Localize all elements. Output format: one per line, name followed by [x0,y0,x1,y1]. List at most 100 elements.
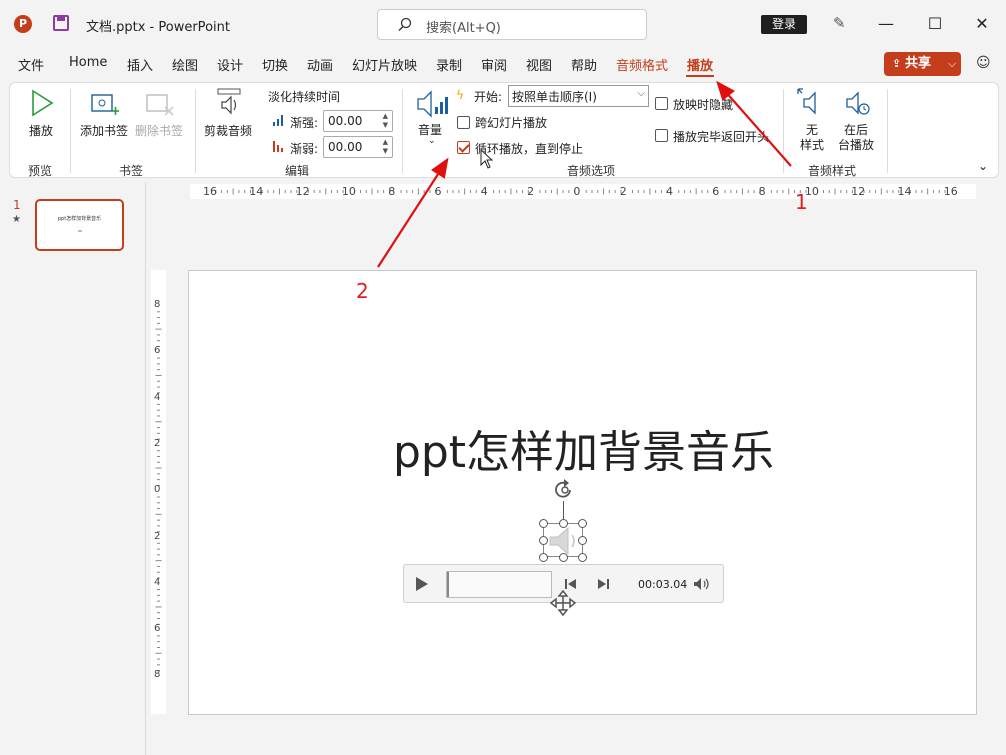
tab-playback[interactable]: 播放 [687,55,713,74]
tab-help[interactable]: 帮助 [571,55,597,74]
play-in-background-label-2[interactable]: 台播放 [838,136,874,153]
hide-during-show-label: 放映时隐藏 [673,98,734,112]
spin-up-icon[interactable]: ▲ [383,112,388,120]
player-play-icon[interactable] [414,576,430,592]
lightning-icon: ϟ [456,88,464,102]
resize-handle[interactable] [539,553,548,562]
progress-cursor [447,572,449,597]
slide-number: 1 [13,198,21,212]
ruler-label: 6 [154,345,161,357]
ruler-label: 6 [434,185,442,198]
tab-audio-format[interactable]: 音频格式 [616,55,668,74]
trim-audio-icon[interactable] [216,88,242,118]
slide-title[interactable]: ppt怎样加背景音乐 [189,416,978,480]
skip-back-icon[interactable] [564,578,578,590]
play-button[interactable]: 播放 [29,122,53,139]
designer-pen-icon[interactable]: ✎ [833,14,851,32]
play-icon[interactable] [30,89,54,117]
tab-slideshow[interactable]: 幻灯片放映 [352,55,417,74]
group-divider [195,89,196,173]
remove-bookmark-button: 删除书签 [135,124,184,138]
resize-handle[interactable] [559,519,568,528]
loop-checkbox[interactable] [457,141,470,154]
group-divider [887,89,888,173]
thumbnail-audio-icon [78,230,82,232]
fade-out-label: 渐弱: [290,142,319,156]
tab-draw[interactable]: 绘图 [172,55,198,74]
ruler-label: 10 [341,185,356,198]
rotate-handle-icon[interactable] [551,478,579,502]
ruler-label: 6 [712,185,720,198]
audio-object[interactable] [539,519,587,562]
slide-canvas[interactable]: ppt怎样加背景音乐 00:03.04 [188,270,977,715]
ruler-label: 0 [573,185,581,198]
tab-review[interactable]: 审阅 [481,55,507,74]
tab-design[interactable]: 设计 [217,55,243,74]
group-divider [70,89,71,173]
spin-down-icon[interactable]: ▼ [383,121,388,129]
window-title: 文档.pptx - PowerPoint [86,20,230,35]
ruler-label: 12 [851,185,866,198]
resize-handle[interactable] [559,553,568,562]
trim-audio-button[interactable]: 剪裁音频 [204,122,252,139]
tab-insert[interactable]: 插入 [127,55,153,74]
add-bookmark-icon[interactable] [90,90,120,118]
player-volume-icon[interactable] [693,577,711,591]
hide-during-show-checkbox[interactable] [655,97,668,110]
ruler-label: 8 [154,669,161,681]
start-value: 按照单击顺序(I) [512,90,597,104]
chevron-down-icon[interactable]: ⌄ [428,136,436,146]
tab-record[interactable]: 录制 [436,55,462,74]
resize-handle[interactable] [539,519,548,528]
search-box[interactable]: 搜索(Alt+Q) [377,9,647,40]
group-label-audio-options: 音频选项 [567,164,616,178]
collapse-ribbon-chevron-icon[interactable]: ⌄ [978,159,988,173]
tab-animations[interactable]: 动画 [307,55,333,74]
add-bookmark-button[interactable]: 添加书签 [80,122,128,139]
player-progress-bar[interactable] [446,571,552,598]
ruler-label: 2 [527,185,535,198]
resize-handle[interactable] [578,519,587,528]
chevron-down-icon: ⌵ [637,88,645,99]
resize-handle[interactable] [578,536,587,545]
no-style-label-2[interactable]: 样式 [800,136,824,153]
fade-in-value: 00.00 [328,114,363,128]
tab-file[interactable]: 文件 [18,55,44,74]
skip-forward-icon[interactable] [596,578,610,590]
save-icon[interactable] [53,15,69,31]
move-handle-icon[interactable] [550,590,576,616]
login-button[interactable]: 登录 [761,15,807,34]
resize-handle[interactable] [578,553,587,562]
slide-thumbnail[interactable]: ppt怎样加背景音乐 [35,199,124,251]
chevron-down-icon[interactable]: ⌵ [943,52,961,76]
ruler-label: 8 [758,185,766,198]
title-bar: P 文档.pptx - PowerPoint 搜索(Alt+Q) 登录 ✎ — … [0,0,1006,48]
spin-up-icon[interactable]: ▲ [383,138,388,146]
comment-icon[interactable]: ☺ [976,55,994,73]
tab-home[interactable]: Home [69,55,107,70]
fade-out-spinner[interactable]: 00.00 ▲ ▼ [323,136,393,158]
ruler-label: 14 [249,185,264,198]
fade-in-spinner[interactable]: 00.00 ▲ ▼ [323,110,393,132]
fade-duration-title: 淡化持续时间 [268,90,341,104]
resize-handle[interactable] [539,536,548,545]
ruler-label: 16 [943,185,958,198]
cross-slides-checkbox[interactable] [457,116,470,129]
play-in-background-icon[interactable] [843,87,871,117]
ribbon: 播放 预览 添加书签 删除书签 书签 剪裁音频 淡化持续时间 渐强: 00.00… [9,82,999,178]
tab-transitions[interactable]: 切换 [262,55,288,74]
pane-divider [145,182,146,755]
spin-down-icon[interactable]: ▼ [383,147,388,155]
group-label-bookmark: 书签 [119,164,144,178]
minimize-icon[interactable]: — [877,14,895,33]
volume-icon[interactable] [416,89,448,119]
start-dropdown[interactable]: 按照单击顺序(I) ⌵ [508,85,649,107]
group-label-preview: 预览 [28,164,53,178]
maximize-icon[interactable]: ☐ [926,14,944,33]
close-icon[interactable]: ✕ [973,14,991,33]
no-style-icon[interactable] [796,87,824,117]
fade-in-label: 渐强: [290,116,319,130]
fade-out-value: 00.00 [328,140,363,154]
tab-view[interactable]: 视图 [526,55,552,74]
rewind-checkbox[interactable] [655,129,668,142]
